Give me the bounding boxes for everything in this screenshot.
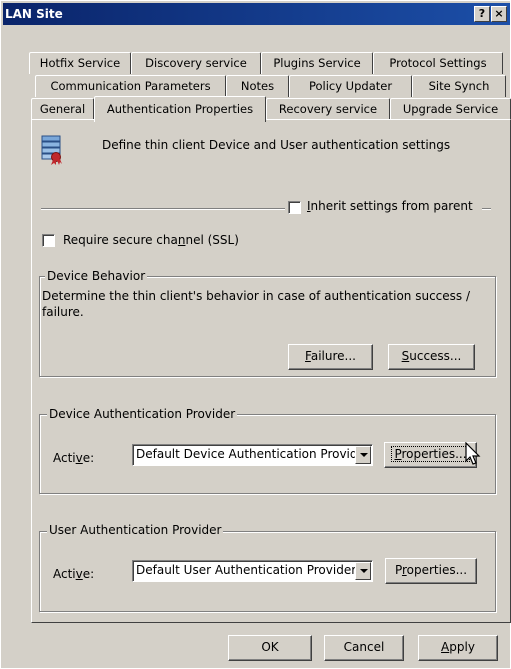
inherit-checkbox[interactable] — [288, 201, 301, 214]
device-auth-provider-select[interactable]: Default Device Authentication Provider — [132, 444, 373, 466]
title-bar: LAN Site ? × — [3, 3, 510, 25]
device-auth-selected-value: Default Device Authentication Provider — [136, 447, 370, 461]
tab-general[interactable]: General — [31, 98, 94, 120]
close-button[interactable]: × — [491, 6, 507, 22]
user-auth-provider-select[interactable]: Default User Authentication Provider — [132, 560, 373, 582]
help-icon: ? — [478, 7, 486, 20]
ssl-label[interactable]: Require secure channel (SSL) — [63, 233, 239, 247]
tab-communication-parameters[interactable]: Communication Parameters — [35, 75, 226, 97]
user-auth-active-label: Active: — [53, 567, 95, 581]
mouse-cursor-icon — [465, 442, 481, 465]
user-auth-selected-value: Default User Authentication Provider — [136, 563, 357, 577]
user-auth-title: User Authentication Provider — [47, 523, 224, 537]
device-behavior-text-1: Determine the thin client's behavior in … — [42, 289, 471, 303]
tab-recovery-service[interactable]: Recovery service — [266, 98, 390, 120]
success-button[interactable]: Success... — [388, 344, 475, 370]
tab-authentication-properties[interactable]: Authentication Properties — [94, 96, 266, 122]
tab-protocol-settings[interactable]: Protocol Settings — [373, 52, 503, 74]
cancel-button[interactable]: Cancel — [324, 635, 404, 661]
tab-site-synch[interactable]: Site Synch — [412, 75, 506, 97]
user-auth-properties-button[interactable]: Properties... — [385, 558, 477, 584]
close-icon: × — [494, 7, 504, 20]
tab-notes[interactable]: Notes — [226, 75, 289, 97]
device-auth-title: Device Authentication Provider — [47, 407, 238, 421]
tab-plugins-service[interactable]: Plugins Service — [261, 52, 373, 74]
ok-button[interactable]: OK — [228, 635, 312, 661]
tab-policy-updater[interactable]: Policy Updater — [289, 75, 412, 97]
apply-button[interactable]: Apply — [418, 635, 498, 661]
help-button[interactable]: ? — [474, 6, 490, 22]
tab-discovery-service[interactable]: Discovery service — [131, 52, 261, 74]
device-behavior-title: Device Behavior — [45, 269, 148, 283]
ssl-checkbox[interactable] — [42, 234, 55, 247]
window-title: LAN Site — [5, 7, 63, 21]
failure-button[interactable]: Failure... — [288, 344, 373, 370]
tab-hotfix-service[interactable]: Hotfix Service — [29, 52, 131, 74]
separator-left — [41, 208, 285, 210]
tab-row-3: General Authentication Properties Recove… — [1, 96, 511, 122]
tab-row-2: Communication Parameters Notes Policy Up… — [1, 75, 511, 97]
lan-site-dialog: LAN Site ? × Hotfix Service Discovery se… — [0, 0, 511, 669]
certificate-settings-icon — [41, 135, 62, 165]
device-auth-active-label: Active: — [53, 451, 95, 465]
device-behavior-text-2: failure. — [42, 305, 84, 319]
separator-right — [482, 208, 491, 210]
chevron-down-icon[interactable] — [355, 446, 371, 464]
chevron-down-icon[interactable] — [355, 562, 371, 580]
tab-upgrade-service[interactable]: Upgrade Service — [390, 98, 511, 120]
tab-row-1: Hotfix Service Discovery service Plugins… — [1, 52, 511, 74]
inherit-label[interactable]: Inherit settings from parent — [307, 199, 473, 213]
header-description: Define thin client Device and User authe… — [102, 138, 451, 152]
